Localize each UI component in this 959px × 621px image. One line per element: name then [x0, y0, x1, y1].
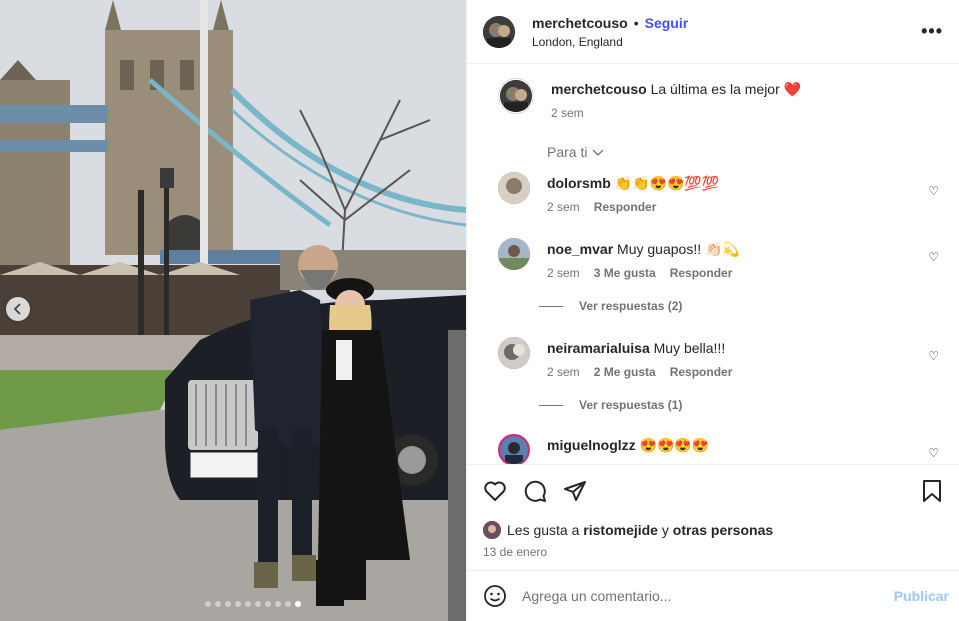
post-caption: merchetcouso La última es la mejor ❤️ 2 …: [483, 64, 943, 120]
liker-username[interactable]: ristomejide: [583, 522, 658, 538]
commenter-username[interactable]: miguelnoglzz: [547, 437, 636, 453]
commenter-avatar[interactable]: [498, 172, 530, 204]
comment-likes[interactable]: 3 Me gusta: [594, 266, 656, 280]
reply-button[interactable]: Responder: [670, 365, 733, 379]
commenter-username[interactable]: dolorsmb: [547, 175, 611, 191]
comment-text: Muy guapos!! 👏🏻💫: [617, 241, 740, 257]
caption-age[interactable]: 2 sem: [551, 106, 584, 120]
comment-bubble-icon[interactable]: [523, 479, 547, 503]
likes-prefix: Les gusta a: [507, 522, 580, 538]
carousel-indicator: [0, 601, 466, 607]
post-date[interactable]: 13 de enero: [483, 545, 943, 559]
comment-item: neiramarialuisa Muy bella!!! 2 sem 2 Me …: [498, 337, 943, 379]
carousel-dot: [295, 601, 301, 607]
comments-list[interactable]: merchetcouso La última es la mejor ❤️ 2 …: [467, 64, 959, 464]
like-comment-icon[interactable]: ♡: [928, 250, 939, 264]
carousel-dot: [275, 601, 281, 607]
comment-text: 👏👏😍😍💯💯: [614, 175, 720, 191]
carousel-dot: [255, 601, 261, 607]
author-avatar[interactable]: [483, 15, 515, 48]
separator-dot: •: [633, 14, 639, 31]
view-replies-label: Ver respuestas (2): [579, 299, 683, 313]
liker-avatar: [483, 521, 501, 539]
share-send-icon[interactable]: [563, 479, 587, 503]
commenter-avatar[interactable]: [498, 238, 530, 270]
publish-button[interactable]: Publicar: [894, 588, 949, 604]
post-photo[interactable]: [0, 0, 466, 621]
author-username[interactable]: merchetcouso: [532, 15, 628, 31]
post-location[interactable]: London, England: [532, 35, 688, 49]
carousel-dot: [235, 601, 241, 607]
carousel-dot: [215, 601, 221, 607]
sort-label: Para ti: [547, 144, 588, 160]
like-heart-icon[interactable]: [483, 479, 507, 503]
caption-text: La última es la mejor ❤️: [650, 81, 802, 97]
comment-text: Muy bella!!!: [653, 340, 726, 356]
previous-photo-button[interactable]: [6, 297, 30, 321]
emoji-icon[interactable]: [483, 584, 507, 608]
view-replies-button[interactable]: Ver respuestas (1): [539, 398, 943, 412]
comment-sort-dropdown[interactable]: Para ti: [547, 144, 943, 160]
carousel-dot: [225, 601, 231, 607]
comment-likes[interactable]: 2 Me gusta: [594, 365, 656, 379]
caption-username[interactable]: merchetcouso: [551, 81, 647, 97]
caption-avatar-ring[interactable]: [498, 78, 534, 114]
replies-divider: [539, 404, 563, 406]
comment-text: 😍😍😍😍: [639, 437, 710, 453]
reply-button[interactable]: Responder: [594, 200, 657, 214]
comment-input[interactable]: [522, 588, 894, 604]
comment-item: dolorsmb 👏👏😍😍💯💯 2 sem Responder ♡: [498, 172, 943, 214]
like-comment-icon[interactable]: ♡: [928, 184, 939, 198]
comment-item: miguelnoglzz 😍😍😍😍 ♡: [498, 434, 943, 464]
carousel-dot: [285, 601, 291, 607]
comment-composer: Publicar: [467, 570, 959, 621]
chevron-left-icon: [13, 303, 21, 315]
view-replies-button[interactable]: Ver respuestas (2): [539, 299, 943, 313]
carousel-dot: [265, 601, 271, 607]
comment-item: noe_mvar Muy guapos!! 👏🏻💫 2 sem 3 Me gus…: [498, 238, 943, 280]
replies-divider: [539, 305, 563, 307]
comment-age[interactable]: 2 sem: [547, 365, 580, 379]
other-likers-link[interactable]: otras personas: [673, 522, 773, 538]
comment-age[interactable]: 2 sem: [547, 266, 580, 280]
post-actions: Les gusta a ristomejide y otras personas…: [467, 464, 959, 570]
follow-button[interactable]: Seguir: [645, 15, 689, 31]
carousel-dot: [245, 601, 251, 607]
commenter-username[interactable]: neiramarialuisa: [547, 340, 650, 356]
more-options-icon[interactable]: •••: [921, 21, 943, 42]
caption-avatar: [500, 80, 532, 112]
reply-button[interactable]: Responder: [670, 266, 733, 280]
carousel-dot: [205, 601, 211, 607]
save-bookmark-icon[interactable]: [921, 479, 943, 503]
photo-illustration: [0, 0, 466, 621]
commenter-avatar[interactable]: [498, 337, 530, 369]
like-comment-icon[interactable]: ♡: [928, 349, 939, 363]
like-comment-icon[interactable]: ♡: [928, 446, 939, 460]
chevron-down-icon: [593, 149, 604, 156]
commenter-avatar[interactable]: [498, 434, 530, 464]
post-side-panel: merchetcouso • Seguir London, England ••…: [466, 0, 959, 621]
view-replies-label: Ver respuestas (1): [579, 398, 683, 412]
likes-joiner: y: [661, 522, 669, 538]
commenter-username[interactable]: noe_mvar: [547, 241, 613, 257]
post-header: merchetcouso • Seguir London, England ••…: [467, 0, 959, 64]
likes-summary[interactable]: Les gusta a ristomejide y otras personas: [483, 521, 943, 539]
comment-age[interactable]: 2 sem: [547, 200, 580, 214]
